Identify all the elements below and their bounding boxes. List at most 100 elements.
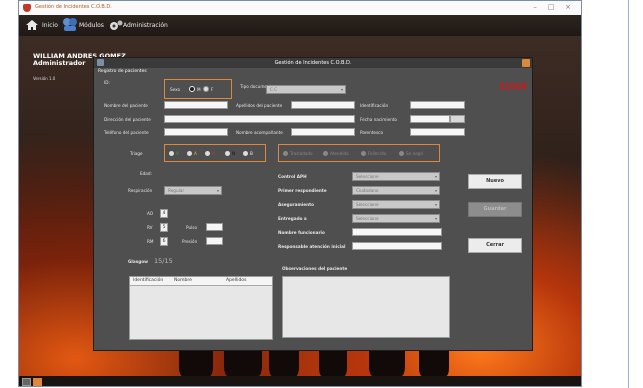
funcionario-label: Nombre funcionario (278, 230, 325, 235)
record-number: 21029 (499, 82, 527, 91)
column-header[interactable]: Identificación (133, 278, 163, 283)
triage-option[interactable] (225, 151, 230, 156)
glasgow-value: 15/15 (154, 257, 173, 265)
id-label: ID: (104, 80, 110, 85)
column-header[interactable]: Nombre (174, 278, 192, 283)
presion-input[interactable] (206, 237, 223, 245)
maximize-button[interactable]: □ (545, 3, 557, 13)
cerrar-button[interactable]: Cerrar (468, 238, 522, 253)
guardar-button[interactable]: Guardar (468, 202, 522, 217)
pulso-input[interactable] (206, 223, 223, 231)
aseguramiento-select[interactable]: Seleccione ▾ (352, 200, 440, 209)
chevron-down-icon: ▾ (340, 87, 343, 92)
dialog-title: Gestión de Incidentes C.O.B.D. (274, 60, 352, 66)
rm-label: RM (147, 239, 154, 244)
respiracion-value: Regular (168, 188, 185, 193)
chevron-down-icon: ▾ (434, 174, 437, 179)
telefono-input[interactable] (164, 128, 228, 136)
estado-option-label: Fallecido (368, 151, 387, 156)
radio-sexo-f[interactable] (203, 86, 209, 92)
entregado-select[interactable]: Seleccione ▾ (352, 214, 440, 223)
column-header[interactable]: Apellidos (226, 278, 246, 283)
primer-respondiente-value: Ciudadano (356, 188, 379, 193)
home-icon[interactable] (25, 19, 39, 31)
entregado-label: Entregado a (278, 216, 307, 221)
control-aph-label: Control APH (278, 174, 307, 179)
apellidos-input[interactable] (291, 101, 355, 109)
identificacion-label: Identificación (360, 103, 389, 108)
gear-icon[interactable] (109, 19, 123, 32)
triage-option[interactable] (169, 151, 174, 156)
apellidos-label: Apellidos del paciente (236, 103, 283, 108)
minimize-button[interactable]: – (529, 3, 541, 13)
estado-option[interactable] (323, 151, 328, 156)
tipo-documento-value: C.C (270, 87, 278, 92)
estado-option[interactable] (361, 151, 366, 156)
observaciones-textarea[interactable] (282, 276, 450, 338)
respiracion-select[interactable]: Regular ▾ (164, 186, 222, 195)
observaciones-label: Observaciones del paciente (282, 266, 348, 271)
estado-option[interactable] (283, 151, 288, 156)
nuevo-button[interactable]: Nuevo (468, 174, 522, 189)
triage-option[interactable] (243, 151, 248, 156)
edad-label: Edad: (140, 171, 152, 176)
telefono-label: Teléfono del paciente (104, 130, 149, 135)
patients-table[interactable]: Identificación Nombre Apellidos (129, 276, 273, 340)
triage-option-label: N (232, 151, 236, 156)
fecha-nacimiento-input[interactable] (410, 115, 450, 123)
calendar-icon[interactable] (450, 115, 465, 123)
sexo-f-label: F (211, 87, 214, 92)
menu-item-modulos[interactable]: Módulos (79, 22, 104, 29)
sexo-group: Sexo M F (164, 79, 232, 99)
taskbar-item-icon[interactable] (22, 378, 31, 386)
estado-option[interactable] (399, 151, 404, 156)
title-bar: Gestión de Incidentes C.O.B.D. – □ × (19, 1, 581, 15)
triage-option[interactable] (187, 151, 192, 156)
estado-option-label: Trasladado (290, 151, 313, 156)
acompanante-input[interactable] (291, 128, 355, 136)
rv-input[interactable]: 5 (160, 223, 168, 232)
taskbar-item-icon[interactable] (33, 378, 42, 386)
ao-input[interactable]: 4 (160, 209, 168, 218)
modules-icon[interactable] (62, 17, 78, 32)
direccion-input[interactable] (164, 115, 355, 123)
tipo-documento-select[interactable]: C.C ▾ (266, 85, 346, 94)
triage-option-label: R (212, 151, 215, 156)
chevron-down-icon: ▾ (434, 216, 437, 221)
sexo-m-label: M (197, 87, 201, 92)
entregado-value: Seleccione (356, 216, 379, 221)
identificacion-input[interactable] (410, 101, 465, 109)
triage-label: Triage (130, 151, 143, 156)
parentesco-label: Parentesco (360, 130, 384, 135)
triage-option-label: V (176, 151, 179, 156)
dialog-title-bar: Gestión de Incidentes C.O.B.D. (94, 58, 532, 68)
menu-bar: Inicio Módulos Administración (19, 15, 581, 36)
chevron-down-icon: ▾ (434, 202, 437, 207)
dialog-close-button[interactable] (522, 59, 530, 67)
parentesco-input[interactable] (410, 128, 465, 136)
primer-respondiente-label: Primer respondiente (278, 188, 327, 193)
control-aph-select[interactable]: Seleccione ▾ (352, 172, 440, 181)
nombre-label: Nombre del paciente (104, 103, 148, 108)
presion-label: Presión (182, 239, 198, 244)
close-button[interactable]: × (562, 3, 574, 13)
responsable-input[interactable] (352, 242, 442, 250)
triage-option-label: A (194, 151, 197, 156)
side-divider (628, 0, 629, 388)
funcionario-input[interactable] (352, 228, 442, 236)
version-label: Versión 1.0 (33, 76, 56, 81)
triage-option[interactable] (205, 151, 210, 156)
menu-item-administracion[interactable]: Administración (123, 22, 168, 29)
acompanante-label: Nombre acompañante (236, 130, 283, 135)
ao-label: AO (147, 211, 154, 216)
app-logo-icon (23, 4, 31, 12)
radio-sexo-m[interactable] (189, 86, 195, 92)
nombre-input[interactable] (164, 101, 228, 109)
rm-input[interactable]: 6 (160, 237, 168, 246)
control-aph-value: Seleccione (356, 174, 379, 179)
direccion-label: Dirección del paciente (104, 117, 151, 122)
primer-respondiente-select[interactable]: Ciudadano ▾ (352, 186, 440, 195)
menu-item-inicio[interactable]: Inicio (42, 22, 58, 29)
sexo-label: Sexo (170, 87, 181, 92)
triage-group: V A R N B (164, 144, 266, 162)
